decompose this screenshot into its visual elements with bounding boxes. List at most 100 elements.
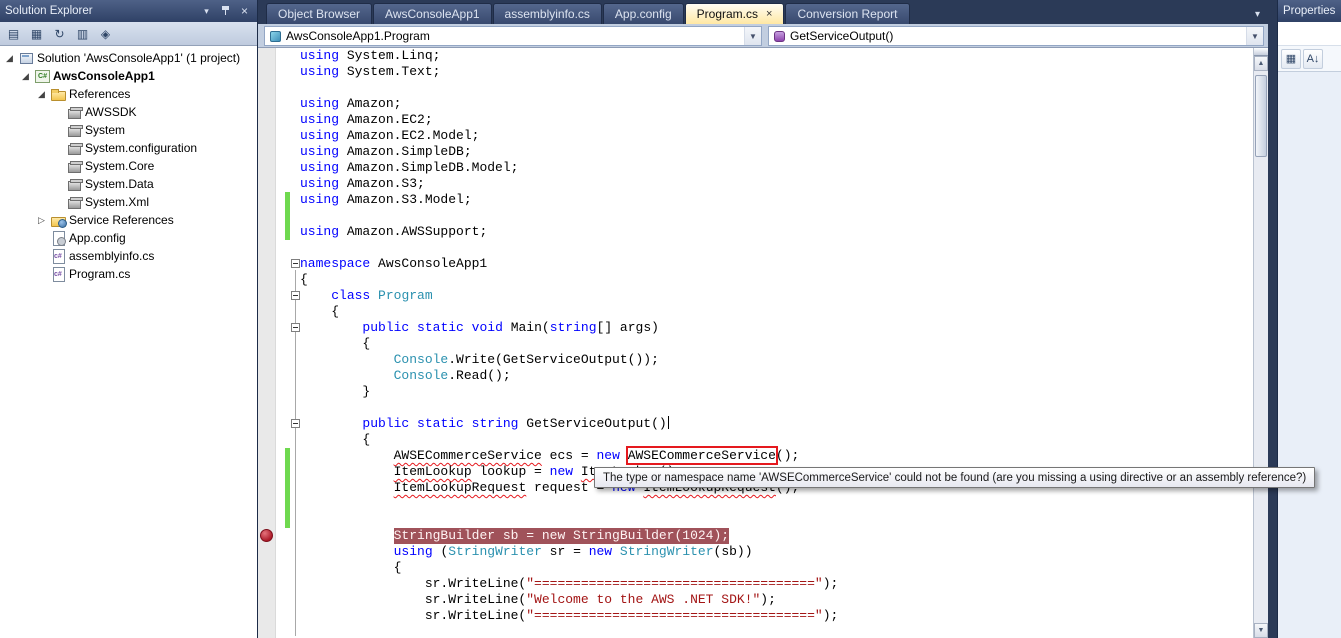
code-line[interactable]: using Amazon.S3; xyxy=(258,176,1252,192)
collapse-icon[interactable]: ◢ xyxy=(4,53,15,64)
code-line[interactable] xyxy=(258,208,1252,224)
tree-item-references[interactable]: ◢ References xyxy=(0,85,257,103)
tab-overflow-chevron[interactable]: ▾ xyxy=(1255,9,1260,20)
code-line[interactable]: sr.WriteLine("==========================… xyxy=(258,576,1252,592)
code-line[interactable]: Console.Write(GetServiceOutput()); xyxy=(258,352,1252,368)
code-segment: System.Text; xyxy=(339,64,441,79)
outline-collapse-icon[interactable] xyxy=(291,323,300,332)
code-line[interactable]: using Amazon.SimpleDB; xyxy=(258,144,1252,160)
code-line[interactable]: using Amazon.SimpleDB.Model; xyxy=(258,160,1252,176)
code-line[interactable] xyxy=(258,400,1252,416)
tree-item-assemblyinfo-cs[interactable]: assemblyinfo.cs xyxy=(0,247,257,265)
window-menu-icon[interactable]: ▾ xyxy=(199,4,214,18)
code-line[interactable]: using Amazon.EC2; xyxy=(258,112,1252,128)
scroll-down-icon[interactable]: ▼ xyxy=(1254,623,1268,638)
code-line[interactable]: { xyxy=(258,272,1252,288)
alphabetical-sort-icon[interactable]: A↓ xyxy=(1303,48,1323,69)
code-line[interactable]: } xyxy=(258,384,1252,400)
tree-item-system-data[interactable]: System.Data xyxy=(0,175,257,193)
outline-collapse-icon[interactable] xyxy=(291,259,300,268)
tab-program-cs[interactable]: Program.cs × xyxy=(684,3,785,24)
tree-item-system[interactable]: System xyxy=(0,121,257,139)
tree-item-program-cs[interactable]: Program.cs xyxy=(0,265,257,283)
code-line[interactable]: using (StringWriter sr = new StringWrite… xyxy=(258,544,1252,560)
refresh-icon[interactable]: ↻ xyxy=(49,24,70,44)
view-class-diagram-icon[interactable]: ▥ xyxy=(72,24,93,44)
code-segment: ); xyxy=(822,608,839,623)
code-line[interactable]: using Amazon.EC2.Model; xyxy=(258,128,1252,144)
splitter-handle[interactable] xyxy=(1254,48,1268,56)
vertical-scrollbar[interactable]: ▲ ▼ xyxy=(1253,48,1268,638)
tab-app-config[interactable]: App.config xyxy=(602,3,684,24)
code-editor[interactable]: using System.Linq; using System.Text; usin… xyxy=(258,48,1268,638)
tab-object-browser[interactable]: Object Browser xyxy=(266,3,373,24)
outline-collapse-icon[interactable] xyxy=(291,291,300,300)
error-tooltip: The type or namespace name 'AWSECommerce… xyxy=(594,467,1316,488)
code-line[interactable]: { xyxy=(258,560,1252,576)
categorized-icon[interactable]: ▦ xyxy=(1281,48,1301,69)
code-line[interactable]: using System.Linq; xyxy=(258,48,1252,64)
breakpoint-icon[interactable] xyxy=(260,529,273,542)
tab-awsconsoleapp1[interactable]: AwsConsoleApp1 xyxy=(373,3,492,24)
tab-assemblyinfo-cs[interactable]: assemblyinfo.cs xyxy=(492,3,602,24)
tree-item-app-config[interactable]: App.config xyxy=(0,229,257,247)
tab-conversion-report[interactable]: Conversion Report xyxy=(785,3,910,24)
code-line[interactable] xyxy=(258,496,1252,512)
tree-item-system-core[interactable]: System.Core xyxy=(0,157,257,175)
chevron-down-icon[interactable]: ▼ xyxy=(744,27,761,45)
tree-item-service-references[interactable]: ▷ Service References xyxy=(0,211,257,229)
code-line[interactable]: namespace AwsConsoleApp1 xyxy=(258,256,1252,272)
code-line[interactable]: StringBuilder sb = new StringBuilder(102… xyxy=(258,528,1252,544)
code-segment: AWSECommerceService xyxy=(393,448,542,463)
expand-icon[interactable]: ▷ xyxy=(36,215,47,226)
code-line[interactable]: { xyxy=(258,432,1252,448)
scroll-up-icon[interactable]: ▲ xyxy=(1254,56,1268,71)
code-line[interactable]: class Program xyxy=(258,288,1252,304)
code-segment: using xyxy=(300,224,340,239)
code-line[interactable]: AWSECommerceService ecs = new AWSECommer… xyxy=(258,446,1252,465)
code-line[interactable]: sr.WriteLine("Welcome to the AWS .NET SD… xyxy=(258,592,1252,608)
code-line[interactable]: sr.WriteLine("==========================… xyxy=(258,608,1252,624)
code-line[interactable]: using Amazon.AWSSupport; xyxy=(258,224,1252,240)
solution-explorer-toolbar: ▤ ▦ ↻ ▥ ◈ xyxy=(0,22,257,46)
tree-item-awssdk[interactable]: AWSSDK xyxy=(0,103,257,121)
tree-item-system-configuration[interactable]: System.configuration xyxy=(0,139,257,157)
code-metrics-icon[interactable]: ◈ xyxy=(95,24,116,44)
pin-icon[interactable] xyxy=(218,4,233,18)
code-line[interactable]: using Amazon.S3.Model; xyxy=(258,192,1252,208)
outline-collapse-icon[interactable] xyxy=(291,419,300,428)
code-line[interactable] xyxy=(258,624,1252,638)
code-line[interactable]: using Amazon; xyxy=(258,96,1252,112)
tree-item-system-xml[interactable]: System.Xml xyxy=(0,193,257,211)
scrollbar-thumb[interactable] xyxy=(1255,75,1267,157)
code-line[interactable] xyxy=(258,80,1252,96)
show-all-files-icon[interactable]: ▦ xyxy=(26,24,47,44)
code-line[interactable]: public static string GetServiceOutput() xyxy=(258,416,1252,432)
tab-close-icon[interactable]: × xyxy=(766,8,772,20)
code-segment: Console xyxy=(393,368,449,383)
code-line[interactable]: public static void Main(string[] args) xyxy=(258,320,1252,336)
method-icon xyxy=(774,30,785,42)
tree-item-solution-awsconsoleapp1-1-project[interactable]: ◢ Solution 'AwsConsoleApp1' (1 project) xyxy=(0,49,257,67)
code-line[interactable] xyxy=(258,240,1252,256)
member-dropdown[interactable]: GetServiceOutput() ▼ xyxy=(768,26,1264,46)
close-icon[interactable]: × xyxy=(237,4,252,18)
code-segment: Amazon.AWSSupport; xyxy=(339,224,488,239)
tree-item-label: AWSSDK xyxy=(85,105,137,119)
code-line[interactable]: { xyxy=(258,336,1252,352)
chevron-down-icon[interactable]: ▼ xyxy=(1246,27,1263,45)
type-dropdown[interactable]: AwsConsoleApp1.Program ▼ xyxy=(264,26,762,46)
code-line[interactable]: using System.Text; xyxy=(258,64,1252,80)
collapse-icon[interactable]: ◢ xyxy=(20,71,31,82)
tab-label: AwsConsoleApp1 xyxy=(385,7,480,21)
properties-icon[interactable]: ▤ xyxy=(3,24,24,44)
code-line[interactable] xyxy=(258,512,1252,528)
code-line[interactable]: { xyxy=(258,304,1252,320)
collapse-icon[interactable]: ◢ xyxy=(36,89,47,100)
service-icon xyxy=(50,212,67,228)
tree-item-awsconsoleapp1[interactable]: ◢ AwsConsoleApp1 xyxy=(0,67,257,85)
code-line[interactable]: Console.Read(); xyxy=(258,368,1252,384)
tree-item-label: assemblyinfo.cs xyxy=(69,249,155,263)
